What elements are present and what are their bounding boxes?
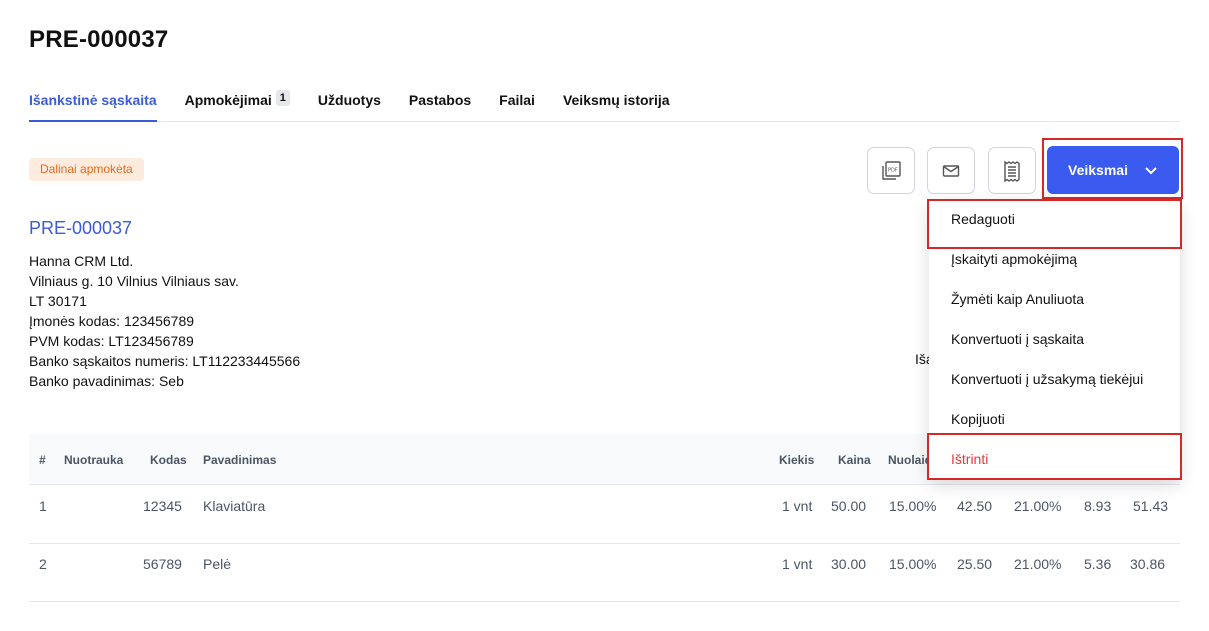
actions-menu: Redaguoti Įskaityti apmokėjimą Žymėti ka… — [929, 199, 1180, 479]
menu-item-copy[interactable]: Kopijuoti — [951, 411, 1005, 427]
cell-number: 2 — [39, 556, 47, 572]
col-number: # — [39, 453, 46, 467]
tab-label: Apmokėjimai — [184, 92, 272, 108]
cell-name: Klaviatūra — [203, 498, 266, 514]
menu-item-apply-payment[interactable]: Įskaityti apmokėjimą — [951, 251, 1077, 267]
cell-net: 42.50 — [957, 498, 993, 514]
cell-price: 30.00 — [831, 556, 867, 572]
tab-label: Veiksmų istorija — [562, 92, 670, 108]
count-badge: 1 — [275, 90, 290, 106]
menu-item-mark-cancelled[interactable]: Žymėti kaip Anuliuota — [951, 291, 1084, 307]
cell-vat: 8.93 — [1084, 498, 1112, 514]
table-row[interactable]: 1 12345 Klaviatūra 1 vnt 50.00 15.00% 42… — [29, 486, 1180, 544]
menu-item-convert-supplier-order[interactable]: Konvertuoti į užsakymą tiekėjui — [951, 371, 1143, 387]
menu-item-edit[interactable]: Redaguoti — [951, 211, 1015, 227]
bank-name: Banko pavadinimas: Seb — [29, 373, 184, 389]
cell-price: 50.00 — [831, 498, 867, 514]
tab-notes[interactable]: Pastabos — [409, 88, 471, 122]
menu-item-convert-invoice[interactable]: Konvertuoti į sąskaita — [951, 331, 1084, 347]
cell-vat-rate: 21.00% — [1014, 498, 1062, 514]
cell-discount: 15.00% — [889, 556, 937, 572]
actions-label: Veiksmai — [1068, 162, 1128, 178]
status-badge: Dalinai apmokėta — [29, 158, 144, 181]
company-code: Įmonės kodas: 123456789 — [29, 313, 195, 329]
company-name: Hanna CRM Ltd. — [29, 253, 134, 269]
bank-account: Banko sąskaitos numeris: LT112233445566 — [29, 353, 301, 369]
col-photo: Nuotrauka — [64, 453, 124, 467]
pdf-icon: PDF — [882, 160, 901, 180]
actions-button[interactable]: Veiksmai — [1047, 146, 1179, 194]
cell-net: 25.50 — [957, 556, 993, 572]
svg-text:PDF: PDF — [888, 167, 898, 173]
mail-icon — [942, 164, 960, 177]
tab-label: Užduotys — [317, 92, 381, 108]
company-info: Hanna CRM Ltd. Vilniaus g. 10 Vilnius Vi… — [29, 251, 300, 391]
cell-vat-rate: 21.00% — [1014, 556, 1062, 572]
chevron-down-icon — [1144, 166, 1158, 175]
tab-tasks[interactable]: Užduotys — [318, 88, 381, 122]
document-number[interactable]: PRE-000037 — [29, 218, 132, 239]
cell-total: 51.43 — [1133, 498, 1169, 514]
cell-name: Pelė — [203, 556, 232, 572]
email-button[interactable] — [927, 147, 975, 194]
cell-number: 1 — [39, 498, 47, 514]
cell-discount: 15.00% — [889, 498, 937, 514]
table-row[interactable]: 2 56789 Pelė 1 vnt 30.00 15.00% 25.50 21… — [29, 544, 1180, 602]
tab-label: Failai — [499, 92, 535, 108]
col-name: Pavadinimas — [203, 453, 277, 467]
col-quantity: Kiekis — [779, 453, 815, 467]
company-postcode: LT 30171 — [29, 293, 87, 309]
company-address: Vilniaus g. 10 Vilnius Vilniaus sav. — [29, 273, 239, 289]
col-discount: Nuolaid — [888, 453, 932, 467]
tab-label: Išankstinė sąskaita — [29, 92, 157, 108]
col-price: Kaina — [838, 453, 871, 467]
col-code: Kodas — [150, 453, 187, 467]
page-title: PRE-000037 — [29, 26, 169, 53]
tab-bar: Išankstinė sąskaita Apmokėjimai 1 Užduoty… — [29, 88, 1180, 122]
menu-item-delete[interactable]: Ištrinti — [951, 451, 988, 467]
cell-code: 12345 — [143, 498, 182, 514]
cell-total: 30.86 — [1130, 556, 1166, 572]
cell-quantity: 1 vnt — [782, 556, 813, 572]
tab-preinvoice[interactable]: Išankstinė sąskaita — [29, 88, 157, 122]
vat-code: PVM kodas: LT123456789 — [29, 333, 194, 349]
cell-vat: 5.36 — [1084, 556, 1112, 572]
tab-label: Pastabos — [408, 92, 472, 108]
tab-history[interactable]: Veiksmų istorija — [563, 88, 670, 122]
receipt-icon — [1004, 160, 1020, 182]
tab-payments[interactable]: Apmokėjimai 1 — [185, 88, 290, 122]
tab-files[interactable]: Failai — [499, 88, 535, 122]
pdf-button[interactable]: PDF — [867, 147, 915, 194]
cell-code: 56789 — [143, 556, 182, 572]
cell-quantity: 1 vnt — [782, 498, 813, 514]
receipt-button[interactable] — [988, 147, 1036, 194]
